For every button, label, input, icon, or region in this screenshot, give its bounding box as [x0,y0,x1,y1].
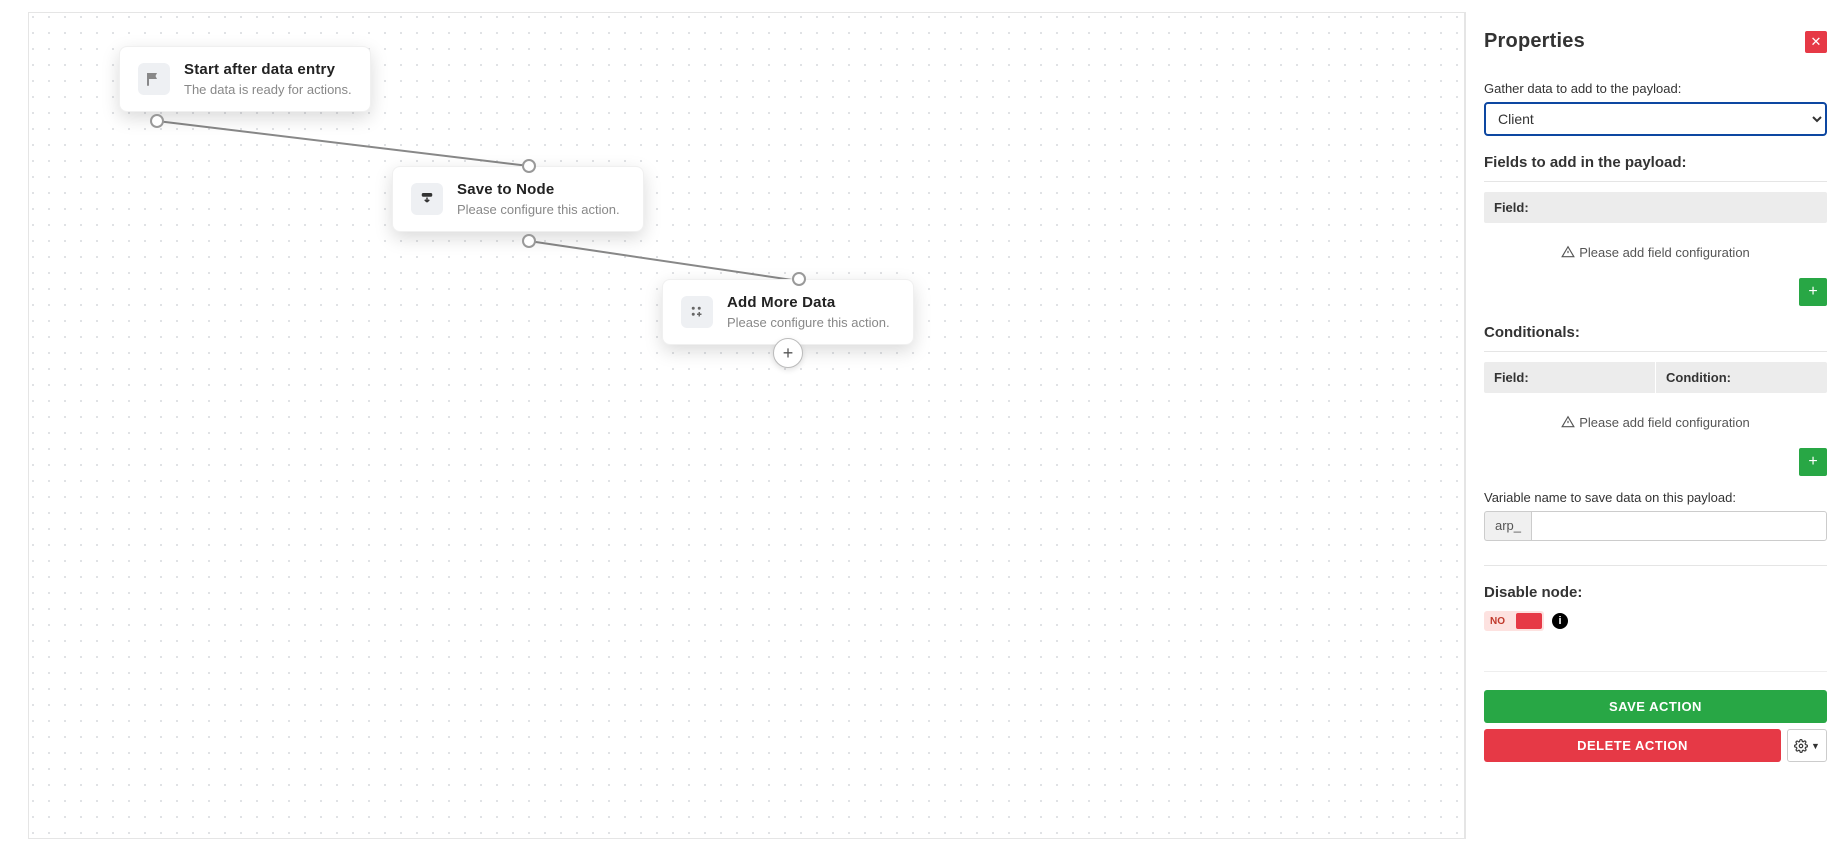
varname-input[interactable] [1531,511,1827,541]
warning-icon [1561,415,1575,429]
node-port[interactable] [522,234,536,248]
info-icon[interactable]: i [1552,613,1568,629]
node-port[interactable] [522,159,536,173]
properties-panel: Properties ✕ Gather data to add to the p… [1465,12,1845,839]
fields-title: Fields to add in the payload: [1484,154,1827,171]
disable-label: Disable node: [1484,584,1827,601]
varname-label: Variable name to save data on this paylo… [1484,490,1827,505]
close-panel-button[interactable]: ✕ [1805,31,1827,53]
node-start[interactable]: Start after data entry The data is ready… [119,46,371,112]
delete-action-button[interactable]: DELETE ACTION [1484,729,1781,762]
node-port[interactable] [150,114,164,128]
node-subtitle: The data is ready for actions. [184,82,352,97]
node-add-more[interactable]: Add More Data Please configure this acti… [662,279,914,345]
gather-select[interactable]: Client [1484,102,1827,136]
node-title: Add More Data [727,294,890,311]
node-title: Start after data entry [184,61,352,78]
warning-icon [1561,245,1575,259]
add-field-button[interactable]: + [1799,278,1827,306]
edges-layer [29,13,1464,838]
add-node-button[interactable]: + [773,338,803,368]
flag-icon [138,63,170,95]
panel-title: Properties [1484,30,1585,53]
download-icon [411,183,443,215]
node-port[interactable] [792,272,806,286]
fields-header-field: Field: [1484,192,1827,223]
node-title: Save to Node [457,181,620,198]
settings-dropdown-button[interactable]: ▼ [1787,729,1827,762]
conditionals-empty-hint: Please add field configuration [1484,393,1827,440]
grid-plus-icon [681,296,713,328]
cond-header-field: Field: [1484,362,1656,393]
node-save[interactable]: Save to Node Please configure this actio… [392,166,644,232]
workflow-canvas[interactable]: Start after data entry The data is ready… [28,12,1465,839]
caret-down-icon: ▼ [1811,741,1820,751]
node-subtitle: Please configure this action. [727,315,890,330]
node-subtitle: Please configure this action. [457,202,620,217]
add-conditional-button[interactable]: + [1799,448,1827,476]
save-action-button[interactable]: SAVE ACTION [1484,690,1827,723]
varname-prefix: arp_ [1484,511,1531,541]
gather-label: Gather data to add to the payload: [1484,81,1827,96]
cond-header-condition: Condition: [1656,362,1827,393]
disable-toggle[interactable]: NO [1484,611,1544,631]
fields-empty-hint: Please add field configuration [1484,223,1827,270]
gear-icon [1794,739,1808,753]
conditionals-title: Conditionals: [1484,324,1827,341]
